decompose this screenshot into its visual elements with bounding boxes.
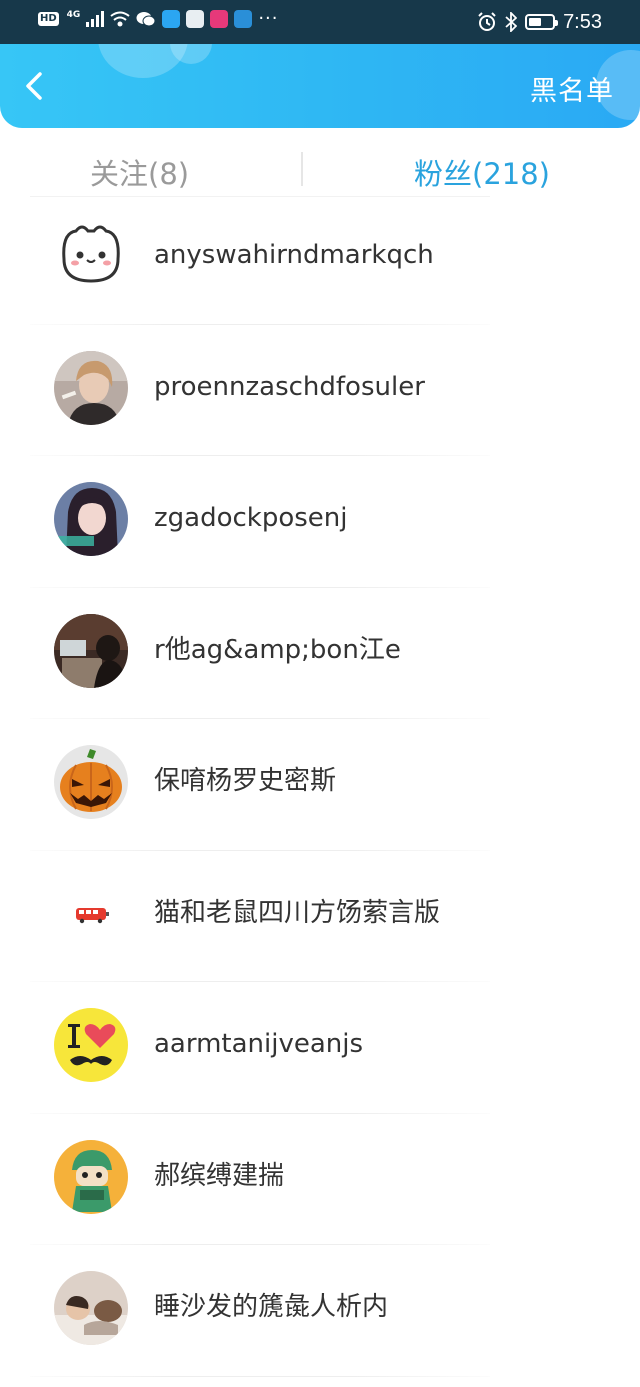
fan-username: 保唷杨罗史密斯 [154, 766, 337, 796]
tab-fans[interactable]: 粉丝(218) [414, 156, 550, 192]
status-left: HD 4G ··· [38, 10, 279, 28]
fan-list-item[interactable]: r他ag&amp;bon江e [0, 588, 640, 719]
fans-page: HD 4G ··· 7:53 黑名单 关注(8) 粉丝(218) anyswah… [0, 0, 640, 1387]
blacklist-button[interactable]: 黑名单 [530, 75, 614, 109]
more-notifications-icon: ··· [258, 8, 279, 29]
fan-list-item[interactable]: anyswahirndmarkqch [0, 193, 640, 325]
bluetooth-icon [505, 12, 518, 32]
avatar[interactable] [54, 1139, 128, 1214]
shopping-app-icon [210, 10, 229, 28]
avatar[interactable] [54, 482, 128, 556]
huawei-app-icon [186, 10, 205, 28]
row-divider [30, 1375, 490, 1377]
fan-username: 猫和老鼠四川方饧萦言版 [154, 897, 441, 928]
avatar[interactable] [54, 350, 128, 425]
cartoon-cat-avatar-icon [54, 219, 128, 293]
signal-icon [86, 11, 105, 27]
fan-list-item[interactable]: proennzaschdfosuler [0, 325, 640, 456]
fan-list: anyswahirndmarkqch proennzaschdfosuler z… [0, 193, 640, 1377]
red-bus-avatar-icon [54, 876, 128, 951]
cartoon-character-avatar-icon [54, 1139, 128, 1214]
fan-username: 睡沙发的篪彘人析内 [154, 1292, 389, 1322]
pumpkin-avatar-icon [54, 745, 128, 819]
i-heart-mustache-avatar-icon [54, 1008, 128, 1082]
header-bar: 黑名单 [0, 44, 640, 128]
fan-username: 郝缤缚建揣 [154, 1160, 285, 1191]
fan-username: r他ag&amp;bon江e [154, 634, 401, 665]
search-app-icon [162, 10, 181, 28]
fan-username: zgadockposenj [154, 503, 348, 533]
avatar[interactable] [54, 1271, 128, 1345]
fan-list-item[interactable]: 郝缤缚建揣 [0, 1114, 640, 1245]
sleeping-photo-avatar-icon [54, 1271, 128, 1345]
back-button[interactable] [14, 66, 54, 106]
hd-icon: HD [38, 12, 59, 26]
fan-username: anyswahirndmarkqch [154, 240, 434, 270]
avatar[interactable] [54, 613, 128, 688]
room-photo-avatar-icon [54, 613, 128, 688]
fan-username: proennzaschdfosuler [154, 371, 425, 402]
battery-icon [525, 14, 559, 30]
network-type-label: 4G [66, 10, 81, 20]
weather-app-icon [234, 10, 253, 28]
chevron-left-icon [26, 72, 42, 100]
avatar[interactable] [54, 1008, 128, 1082]
tab-following[interactable]: 关注(8) [90, 156, 189, 192]
fan-username: aarmtanijveanjs [154, 1029, 364, 1059]
status-time: 7:53 [563, 11, 602, 33]
fan-list-item[interactable]: 保唷杨罗史密斯 [0, 719, 640, 851]
fan-list-item[interactable]: 睡沙发的篪彘人析内 [0, 1245, 640, 1377]
girl-photo-avatar-icon [54, 482, 128, 556]
tab-divider [301, 152, 303, 186]
fan-list-item[interactable]: aarmtanijveanjs [0, 982, 640, 1114]
status-right: 7:53 [477, 9, 602, 35]
avatar[interactable] [54, 219, 128, 293]
avatar[interactable] [54, 745, 128, 819]
wechat-icon [136, 12, 156, 27]
status-bar: HD 4G ··· 7:53 [0, 0, 640, 44]
fan-list-item[interactable]: 猫和老鼠四川方饧萦言版 [0, 851, 640, 982]
alarm-icon [478, 12, 496, 31]
person-photo-avatar-icon [54, 350, 128, 425]
wifi-icon [110, 11, 130, 27]
avatar[interactable] [54, 876, 128, 951]
fan-list-item[interactable]: zgadockposenj [0, 456, 640, 588]
